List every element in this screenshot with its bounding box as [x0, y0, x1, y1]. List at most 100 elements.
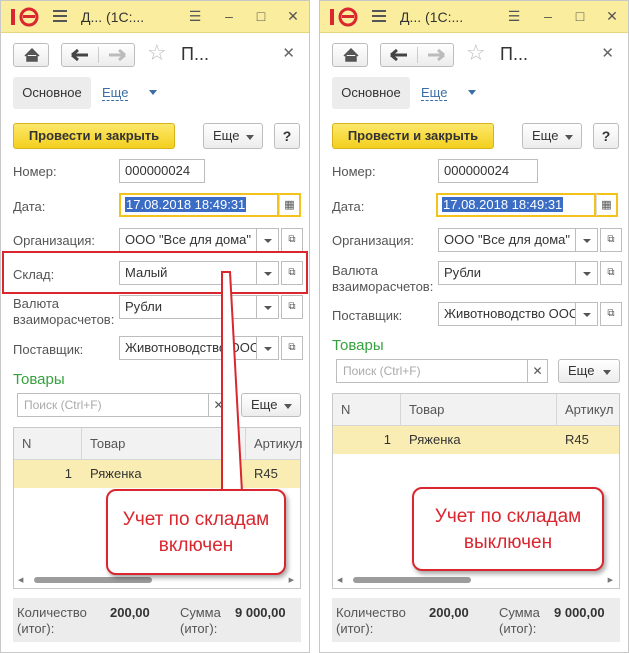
column-product[interactable]: Товар	[401, 394, 557, 426]
totals-footer: Количество (итог): 200,00 Сумма (итог): …	[13, 598, 301, 642]
menu-icon[interactable]	[372, 10, 386, 22]
help-button[interactable]: ?	[593, 123, 619, 149]
horizontal-scrollbar[interactable]: ◀ ▶	[337, 576, 613, 584]
number-field[interactable]: 000000024	[438, 159, 538, 183]
title-bar: Д... (1С:... ☰ – □ ✕	[1, 1, 309, 33]
post-and-close-button[interactable]: Провести и закрыть	[13, 123, 175, 149]
date-field[interactable]: 17.08.2018 18:49:31	[436, 193, 596, 217]
clear-search-icon[interactable]: ✕	[528, 359, 548, 383]
back-forward-buttons	[61, 43, 135, 67]
column-product[interactable]: Товар	[82, 428, 246, 460]
scroll-right-icon[interactable]: ▶	[608, 576, 613, 584]
table-header: N Товар Артикул	[14, 428, 302, 460]
more-button[interactable]: Еще	[203, 123, 263, 149]
title-bar: Д... (1С:... ☰ – □ ✕	[320, 1, 628, 33]
help-button[interactable]: ?	[274, 123, 300, 149]
currency-label-line1: Валюта	[13, 296, 59, 311]
open-organization-icon[interactable]: ⧉	[600, 228, 622, 252]
scroll-left-icon[interactable]: ◀	[337, 576, 342, 584]
settings-menu-icon[interactable]: ☰	[187, 8, 203, 24]
tab-main[interactable]: Основное	[13, 77, 91, 109]
forward-arrow-icon[interactable]	[418, 44, 454, 66]
open-supplier-icon[interactable]: ⧉	[281, 336, 303, 360]
close-window-icon[interactable]: ✕	[604, 8, 620, 24]
currency-field[interactable]: Рубли	[119, 295, 257, 319]
column-article[interactable]: Артикул	[246, 428, 302, 460]
forward-arrow-icon[interactable]	[99, 44, 135, 66]
goods-section-title: Товары	[332, 337, 384, 354]
1c-logo	[328, 6, 358, 28]
supplier-dropdown-icon[interactable]	[257, 336, 279, 360]
scroll-left-icon[interactable]: ◀	[18, 576, 23, 584]
back-arrow-icon[interactable]	[62, 44, 98, 66]
currency-label-line1: Валюта	[332, 263, 378, 278]
date-label: Дата:	[332, 199, 365, 214]
currency-dropdown-icon[interactable]	[257, 295, 279, 319]
qty-total-label-2: (итог):	[17, 621, 55, 636]
supplier-dropdown-icon[interactable]	[576, 302, 598, 326]
currency-label-line2: взаиморасчетов:	[332, 279, 434, 294]
organization-dropdown-icon[interactable]	[257, 228, 279, 252]
close-form-icon[interactable]: ✕	[282, 44, 295, 62]
tab-more[interactable]: Еще	[421, 86, 448, 101]
column-n[interactable]: N	[333, 394, 401, 426]
more-button[interactable]: Еще	[522, 123, 582, 149]
maximize-icon[interactable]: □	[572, 8, 588, 24]
search-input[interactable]: Поиск (Ctrl+F)	[336, 359, 528, 383]
home-button[interactable]	[13, 43, 49, 67]
1c-logo	[9, 6, 39, 28]
post-and-close-button[interactable]: Провести и закрыть	[332, 123, 494, 149]
scroll-right-icon[interactable]: ▶	[289, 576, 294, 584]
horizontal-scrollbar[interactable]: ◀ ▶	[18, 576, 294, 584]
supplier-field[interactable]: Животноводство ООО	[438, 302, 576, 326]
qty-total-label-1: Количество	[17, 605, 87, 620]
callout-line2: включен	[158, 535, 234, 556]
settings-menu-icon[interactable]: ☰	[506, 8, 522, 24]
open-currency-icon[interactable]: ⧉	[281, 295, 303, 319]
currency-field[interactable]: Рубли	[438, 261, 576, 285]
minimize-icon[interactable]: –	[221, 8, 237, 24]
window-title: Д... (1С:...	[400, 9, 464, 25]
table-row[interactable]: 1 Ряженка R45	[333, 426, 619, 454]
open-organization-icon[interactable]: ⧉	[281, 228, 303, 252]
maximize-icon[interactable]: □	[253, 8, 269, 24]
organization-dropdown-icon[interactable]	[576, 228, 598, 252]
calendar-icon[interactable]: ▦	[596, 193, 618, 217]
clear-search-icon[interactable]: ✕	[209, 393, 229, 417]
scrollbar-thumb[interactable]	[353, 577, 471, 583]
supplier-field[interactable]: Животноводство ООО	[119, 336, 257, 360]
row-n: 1	[64, 466, 72, 481]
tab-more[interactable]: Еще	[102, 86, 129, 101]
row-product: Ряженка	[90, 466, 142, 481]
organization-field[interactable]: ООО "Все для дома"	[438, 228, 576, 252]
number-field[interactable]: 000000024	[119, 159, 205, 183]
calendar-icon[interactable]: ▦	[279, 193, 301, 217]
close-window-icon[interactable]: ✕	[285, 8, 301, 24]
open-currency-icon[interactable]: ⧉	[600, 261, 622, 285]
favorite-star-icon[interactable]: ☆	[147, 41, 167, 65]
table-row[interactable]: 1 Ряженка R45	[14, 460, 300, 488]
callout-line1: Учет по складам	[434, 506, 582, 527]
qty-total-value: 200,00	[110, 605, 150, 620]
date-value: 17.08.2018 18:49:31	[442, 197, 564, 212]
totals-footer: Количество (итог): 200,00 Сумма (итог): …	[332, 598, 620, 642]
close-form-icon[interactable]: ✕	[601, 44, 614, 62]
back-arrow-icon[interactable]	[381, 44, 417, 66]
organization-field[interactable]: ООО "Все для дома"	[119, 228, 257, 252]
table-more-button[interactable]: Еще	[558, 359, 620, 383]
currency-dropdown-icon[interactable]	[576, 261, 598, 285]
favorite-star-icon[interactable]: ☆	[466, 41, 486, 65]
open-supplier-icon[interactable]: ⧉	[600, 302, 622, 326]
column-article[interactable]: Артикул	[557, 394, 621, 426]
column-n[interactable]: N	[14, 428, 82, 460]
date-field[interactable]: 17.08.2018 18:49:31	[119, 193, 279, 217]
home-button[interactable]	[332, 43, 368, 67]
tab-main[interactable]: Основное	[332, 77, 410, 109]
table-more-label: Еще	[568, 363, 595, 378]
table-more-button[interactable]: Еще	[241, 393, 301, 417]
menu-icon[interactable]	[53, 10, 67, 22]
search-input[interactable]: Поиск (Ctrl+F)	[17, 393, 209, 417]
scrollbar-thumb[interactable]	[34, 577, 152, 583]
currency-label-line2: взаиморасчетов:	[13, 312, 115, 327]
minimize-icon[interactable]: –	[540, 8, 556, 24]
